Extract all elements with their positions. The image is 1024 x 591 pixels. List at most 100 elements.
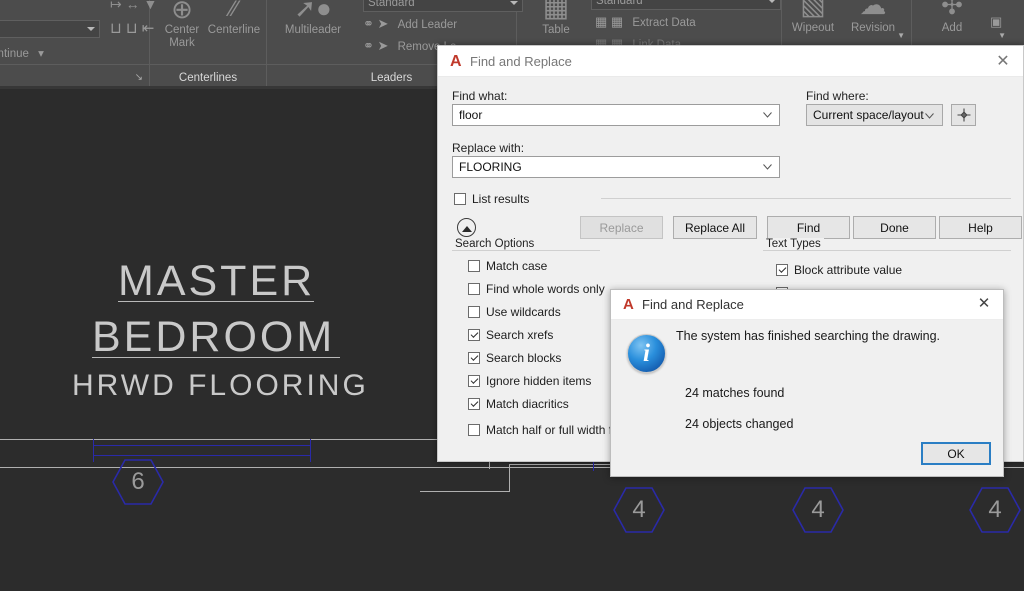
replace-with-label: Replace with:	[452, 141, 524, 155]
close-icon[interactable]: ✕	[973, 294, 995, 315]
dialog-title: Find and Replace	[470, 54, 572, 69]
chevron-down-icon	[768, 0, 776, 3]
dimension-style-combo[interactable]	[0, 20, 100, 38]
grid-bubble-4-a-label-wrap: 4	[613, 486, 665, 534]
replace-button[interactable]: Replace	[580, 216, 663, 239]
room-label-line2: BEDROOM	[92, 313, 335, 362]
checkbox-box	[468, 329, 480, 341]
find-what-input[interactable]: floor	[452, 104, 780, 126]
replace-with-input[interactable]: FLOORING	[452, 156, 780, 178]
wall-line-vertical-right	[509, 464, 510, 492]
room-label-line3: HRWD FLOORING	[72, 369, 369, 403]
extract-data-label: Extract Data	[632, 17, 695, 29]
dimension-line-bottom	[93, 455, 311, 456]
wipeout-label: Wipeout	[792, 22, 834, 34]
checkbox-box	[468, 424, 480, 436]
checkbox-box	[468, 375, 480, 387]
wipeout-button[interactable]: ▧ Wipeout	[782, 0, 844, 35]
table-style-value: Standard	[596, 0, 643, 7]
dimension-continue-button[interactable]: ┣┫ Continue ▾	[0, 45, 44, 61]
checkbox-box	[468, 306, 480, 318]
centerline-button[interactable]: ⁄⁄ Centerline	[204, 0, 264, 37]
grid-bubble-label: 6	[112, 458, 164, 506]
dimension-tick-left	[93, 439, 94, 462]
revision-cloud-icon: ☁	[840, 0, 906, 22]
center-mark-button[interactable]: ⊕ Center Mark	[156, 0, 208, 50]
collapse-search-options-button[interactable]	[457, 218, 476, 237]
extract-data-button[interactable]: ▦ ▦ Extract Data	[595, 14, 696, 30]
autocad-logo-icon: A	[450, 53, 462, 71]
search-option-label: Match diacritics	[486, 397, 569, 411]
chevron-down-icon	[87, 27, 95, 31]
close-icon[interactable]: ✕	[991, 51, 1015, 73]
text-types-group-line-right	[833, 250, 1011, 251]
multileader-label: Multileader	[285, 24, 341, 36]
ok-button[interactable]: OK	[921, 442, 991, 465]
autocad-logo-icon: A	[623, 296, 634, 313]
select-objects-button[interactable]	[951, 104, 976, 126]
room-label-underline1	[118, 301, 314, 302]
find-button[interactable]: Find	[767, 216, 850, 239]
annotation-dropdown-arrow[interactable]: ▼	[998, 31, 1006, 40]
find-where-label-text: Find where:	[806, 89, 869, 103]
add-leader-label: Add Leader	[398, 19, 457, 31]
centerlines-panel-label: Centerlines	[150, 72, 266, 84]
grid-bubble-4-c-label-wrap: 4	[969, 486, 1021, 534]
add-annotation-button[interactable]: ✣ Add	[924, 0, 980, 35]
checkbox-box	[468, 260, 480, 272]
help-button[interactable]: Help	[939, 216, 1022, 239]
dimensions-dialog-launcher[interactable]: ↘	[135, 72, 143, 83]
centerlines-panel-body: ⊕ Center Mark ⁄⁄ Centerline	[150, 0, 266, 64]
add-label: Add	[942, 22, 962, 34]
checkbox-box	[776, 264, 788, 276]
ribbon-panel-dimensions: ┣┫ Continue ▾ ↦ ↔ ▼ ⊔ ⊔ ⇤ ▼ ↘	[0, 0, 150, 86]
revision-cloud-button[interactable]: ☁ Revision	[840, 0, 906, 35]
search-option-label: Use wildcards	[486, 305, 561, 319]
table-label: Table	[542, 24, 570, 36]
message-box-title-bar[interactable]: A Find and Replace ✕	[611, 290, 1003, 320]
panel-separator	[0, 64, 149, 65]
search-option-label: Match case	[486, 259, 547, 273]
grid-bubble-6-label-wrap: 6	[112, 458, 164, 506]
done-button[interactable]: Done	[853, 216, 936, 239]
message-box-message: The system has finished searching the dr…	[676, 329, 940, 343]
chevron-down-icon[interactable]	[763, 112, 772, 118]
search-option-label: Ignore hidden items	[486, 374, 591, 388]
wall-line-horizontal-step2	[420, 491, 510, 492]
grid-bubble-label: 4	[792, 486, 844, 534]
message-box-matches-found: 24 matches found	[685, 386, 784, 400]
checkbox-box	[454, 193, 466, 205]
multileader-button[interactable]: ➚● Multileader	[273, 0, 353, 37]
chevron-down-icon[interactable]	[763, 164, 772, 170]
revision-dropdown-arrow[interactable]: ▼	[897, 31, 905, 40]
find-what-label-text: Find what:	[452, 89, 507, 103]
replace-all-button[interactable]: Replace All	[673, 216, 757, 239]
centerline-label: Centerline	[208, 24, 260, 36]
search-option-label: Find whole words only	[486, 282, 605, 296]
wipeout-icon: ▧	[782, 0, 844, 22]
add-annotation-icon: ✣	[924, 0, 980, 22]
dimension-tool-icons-row2[interactable]: ⊔ ⊔ ⇤	[110, 19, 154, 37]
find-where-label: Find where:	[806, 89, 869, 103]
add-leader-button[interactable]: ⚭ ➤ Add Leader	[363, 16, 457, 32]
dialog-title-bar[interactable]: A Find and Replace ✕	[438, 46, 1023, 77]
chevron-down-icon[interactable]: ▾	[38, 48, 44, 60]
revision-label: Revision	[851, 22, 895, 34]
info-icon	[627, 334, 666, 373]
dimensions-panel-body: ┣┫ Continue ▾ ↦ ↔ ▼ ⊔ ⊔ ⇤	[0, 0, 149, 64]
search-options-group-line-right	[536, 250, 600, 251]
add-leader-icon: ⚭ ➤	[363, 16, 388, 31]
find-what-label: Find what:	[452, 89, 507, 103]
table-icon: ▦	[529, 0, 583, 24]
chevron-down-icon[interactable]	[925, 113, 934, 119]
find-where-select[interactable]: Current space/layout	[806, 104, 943, 126]
table-style-combo[interactable]: Standard	[591, 0, 781, 10]
message-box-title: Find and Replace	[642, 297, 744, 312]
find-what-value: floor	[459, 108, 482, 122]
table-button[interactable]: ▦ Table	[529, 0, 583, 37]
find-button-label: Find	[797, 221, 820, 235]
multileader-style-combo[interactable]: Standard	[363, 0, 523, 12]
ok-button-label: OK	[947, 447, 964, 461]
message-box-objects-changed: 24 objects changed	[685, 417, 793, 431]
room-label-underline2	[92, 357, 340, 358]
